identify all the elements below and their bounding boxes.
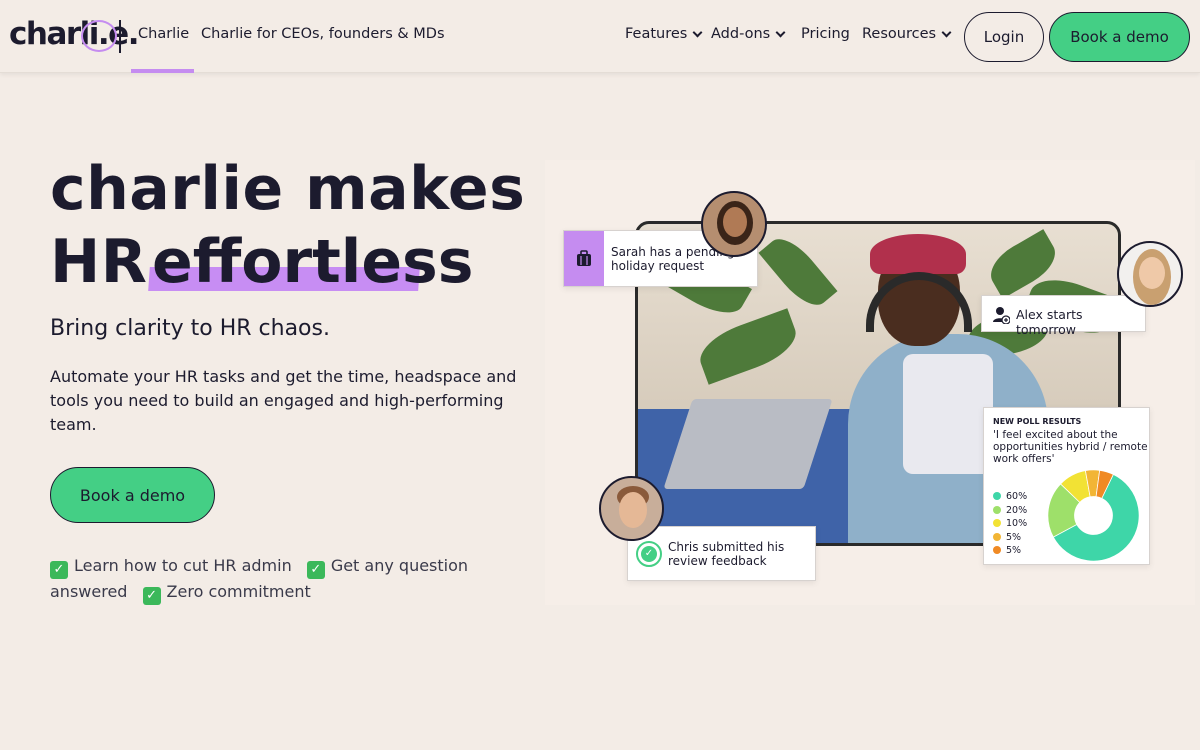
legend-dot-icon	[993, 505, 1001, 514]
avatar-face	[723, 207, 747, 237]
login-button[interactable]: Login	[964, 12, 1044, 62]
avatar-face	[1139, 257, 1165, 289]
user-add-icon	[993, 307, 1010, 324]
sarah-avatar	[701, 191, 767, 257]
alex-avatar	[1117, 241, 1183, 307]
nav-addons[interactable]: Add-ons	[711, 26, 786, 42]
checkmark-icon: ✓	[306, 561, 325, 579]
chevron-down-icon	[692, 27, 703, 37]
nav-addons-label: Add-ons	[711, 26, 771, 42]
avatar-face	[619, 492, 647, 528]
legend-dot-icon	[993, 546, 1001, 554]
charlie-logo[interactable]: charli.e.	[9, 14, 139, 54]
nav-link-charlie[interactable]: Charlie	[138, 26, 189, 42]
chris-avatar	[599, 476, 664, 541]
legend-dot-icon	[993, 519, 1001, 527]
logo-ring-icon	[81, 20, 117, 52]
benefit-checks: ✓ Learn how to cut HR admin ✓ Get any ques…	[50, 553, 480, 605]
poll-title: NEW POLL RESULTS	[993, 417, 1082, 426]
poll-legend-value: 10%	[1006, 518, 1028, 529]
poll-question: 'I feel excited about the opportunities …	[993, 429, 1148, 465]
book-demo-header-button[interactable]: Book a demo	[1049, 12, 1190, 62]
poll-results-card: NEW POLL RESULTS 'I feel excited about t…	[983, 407, 1150, 565]
chris-card-text: Chris submitted his review feedback	[668, 540, 785, 568]
laptop-icon	[663, 399, 833, 489]
legend-dot-icon	[993, 532, 1001, 541]
suitcase-icon-box	[564, 231, 604, 286]
suitcase-icon	[577, 249, 591, 266]
check-label: Learn how to cut HR admin	[74, 556, 292, 575]
check-item: ✓ Zero commitment	[142, 582, 311, 605]
hero-title-hr: HR	[50, 227, 148, 297]
chevron-down-icon	[941, 27, 952, 37]
poll-legend-item: 10%	[993, 517, 1027, 531]
checkmark-icon: ✓	[142, 587, 161, 605]
nav-features-label: Features	[625, 26, 688, 42]
chris-review-card: ✓ Chris submitted his review feedback	[627, 526, 816, 581]
checkmark-icon: ✓	[50, 561, 68, 579]
poll-legend-item: 5%	[993, 544, 1027, 558]
person-shirt	[903, 354, 993, 474]
check-item: ✓ Learn how to cut HR admin	[50, 556, 292, 579]
alex-card-text: Alex starts tomorrow	[1016, 307, 1083, 337]
poll-legend-item: 20%	[993, 504, 1027, 518]
logo-divider	[119, 20, 121, 53]
poll-legend-value: 5%	[1006, 531, 1022, 543]
poll-legend: 60% 20% 10% 5% 5%	[993, 490, 1027, 558]
site-header: charli.e. Charlie Charlie for CEOs, foun…	[0, 0, 1200, 73]
hero-title-effortless: effortless	[152, 227, 474, 297]
poll-legend-value: 5%	[1006, 545, 1022, 556]
nav-pricing-label: Pricing	[801, 26, 850, 42]
person-headwrap	[870, 234, 966, 274]
poll-donut-chart	[1047, 469, 1140, 562]
poll-legend-item: 60%	[993, 490, 1027, 504]
poll-legend-value: 60%	[1006, 491, 1028, 502]
nav-resources-label: Resources	[862, 26, 937, 42]
poll-legend-item: 5%	[993, 531, 1027, 545]
hero-title-line1: charlie makes	[50, 154, 526, 224]
active-nav-indicator	[131, 69, 194, 73]
chevron-down-icon	[775, 27, 786, 37]
legend-dot-icon	[993, 492, 1001, 500]
nav-features[interactable]: Features	[625, 26, 703, 42]
hero-subtitle: Bring clarity to HR chaos.	[50, 316, 330, 341]
poll-legend-value: 20%	[1006, 504, 1028, 516]
book-demo-hero-button[interactable]: Book a demo	[50, 467, 215, 523]
check-circle-icon: ✓	[636, 541, 662, 567]
hero-description: Automate your HR tasks and get the time,…	[50, 367, 517, 434]
nav-link-ceos[interactable]: Charlie for CEOs, founders & MDs	[201, 26, 445, 42]
check-label: Zero commitment	[166, 582, 311, 601]
nav-pricing[interactable]: Pricing	[801, 26, 850, 42]
nav-resources[interactable]: Resources	[862, 26, 952, 42]
alex-starts-card: Alex starts tomorrow	[981, 295, 1146, 337]
